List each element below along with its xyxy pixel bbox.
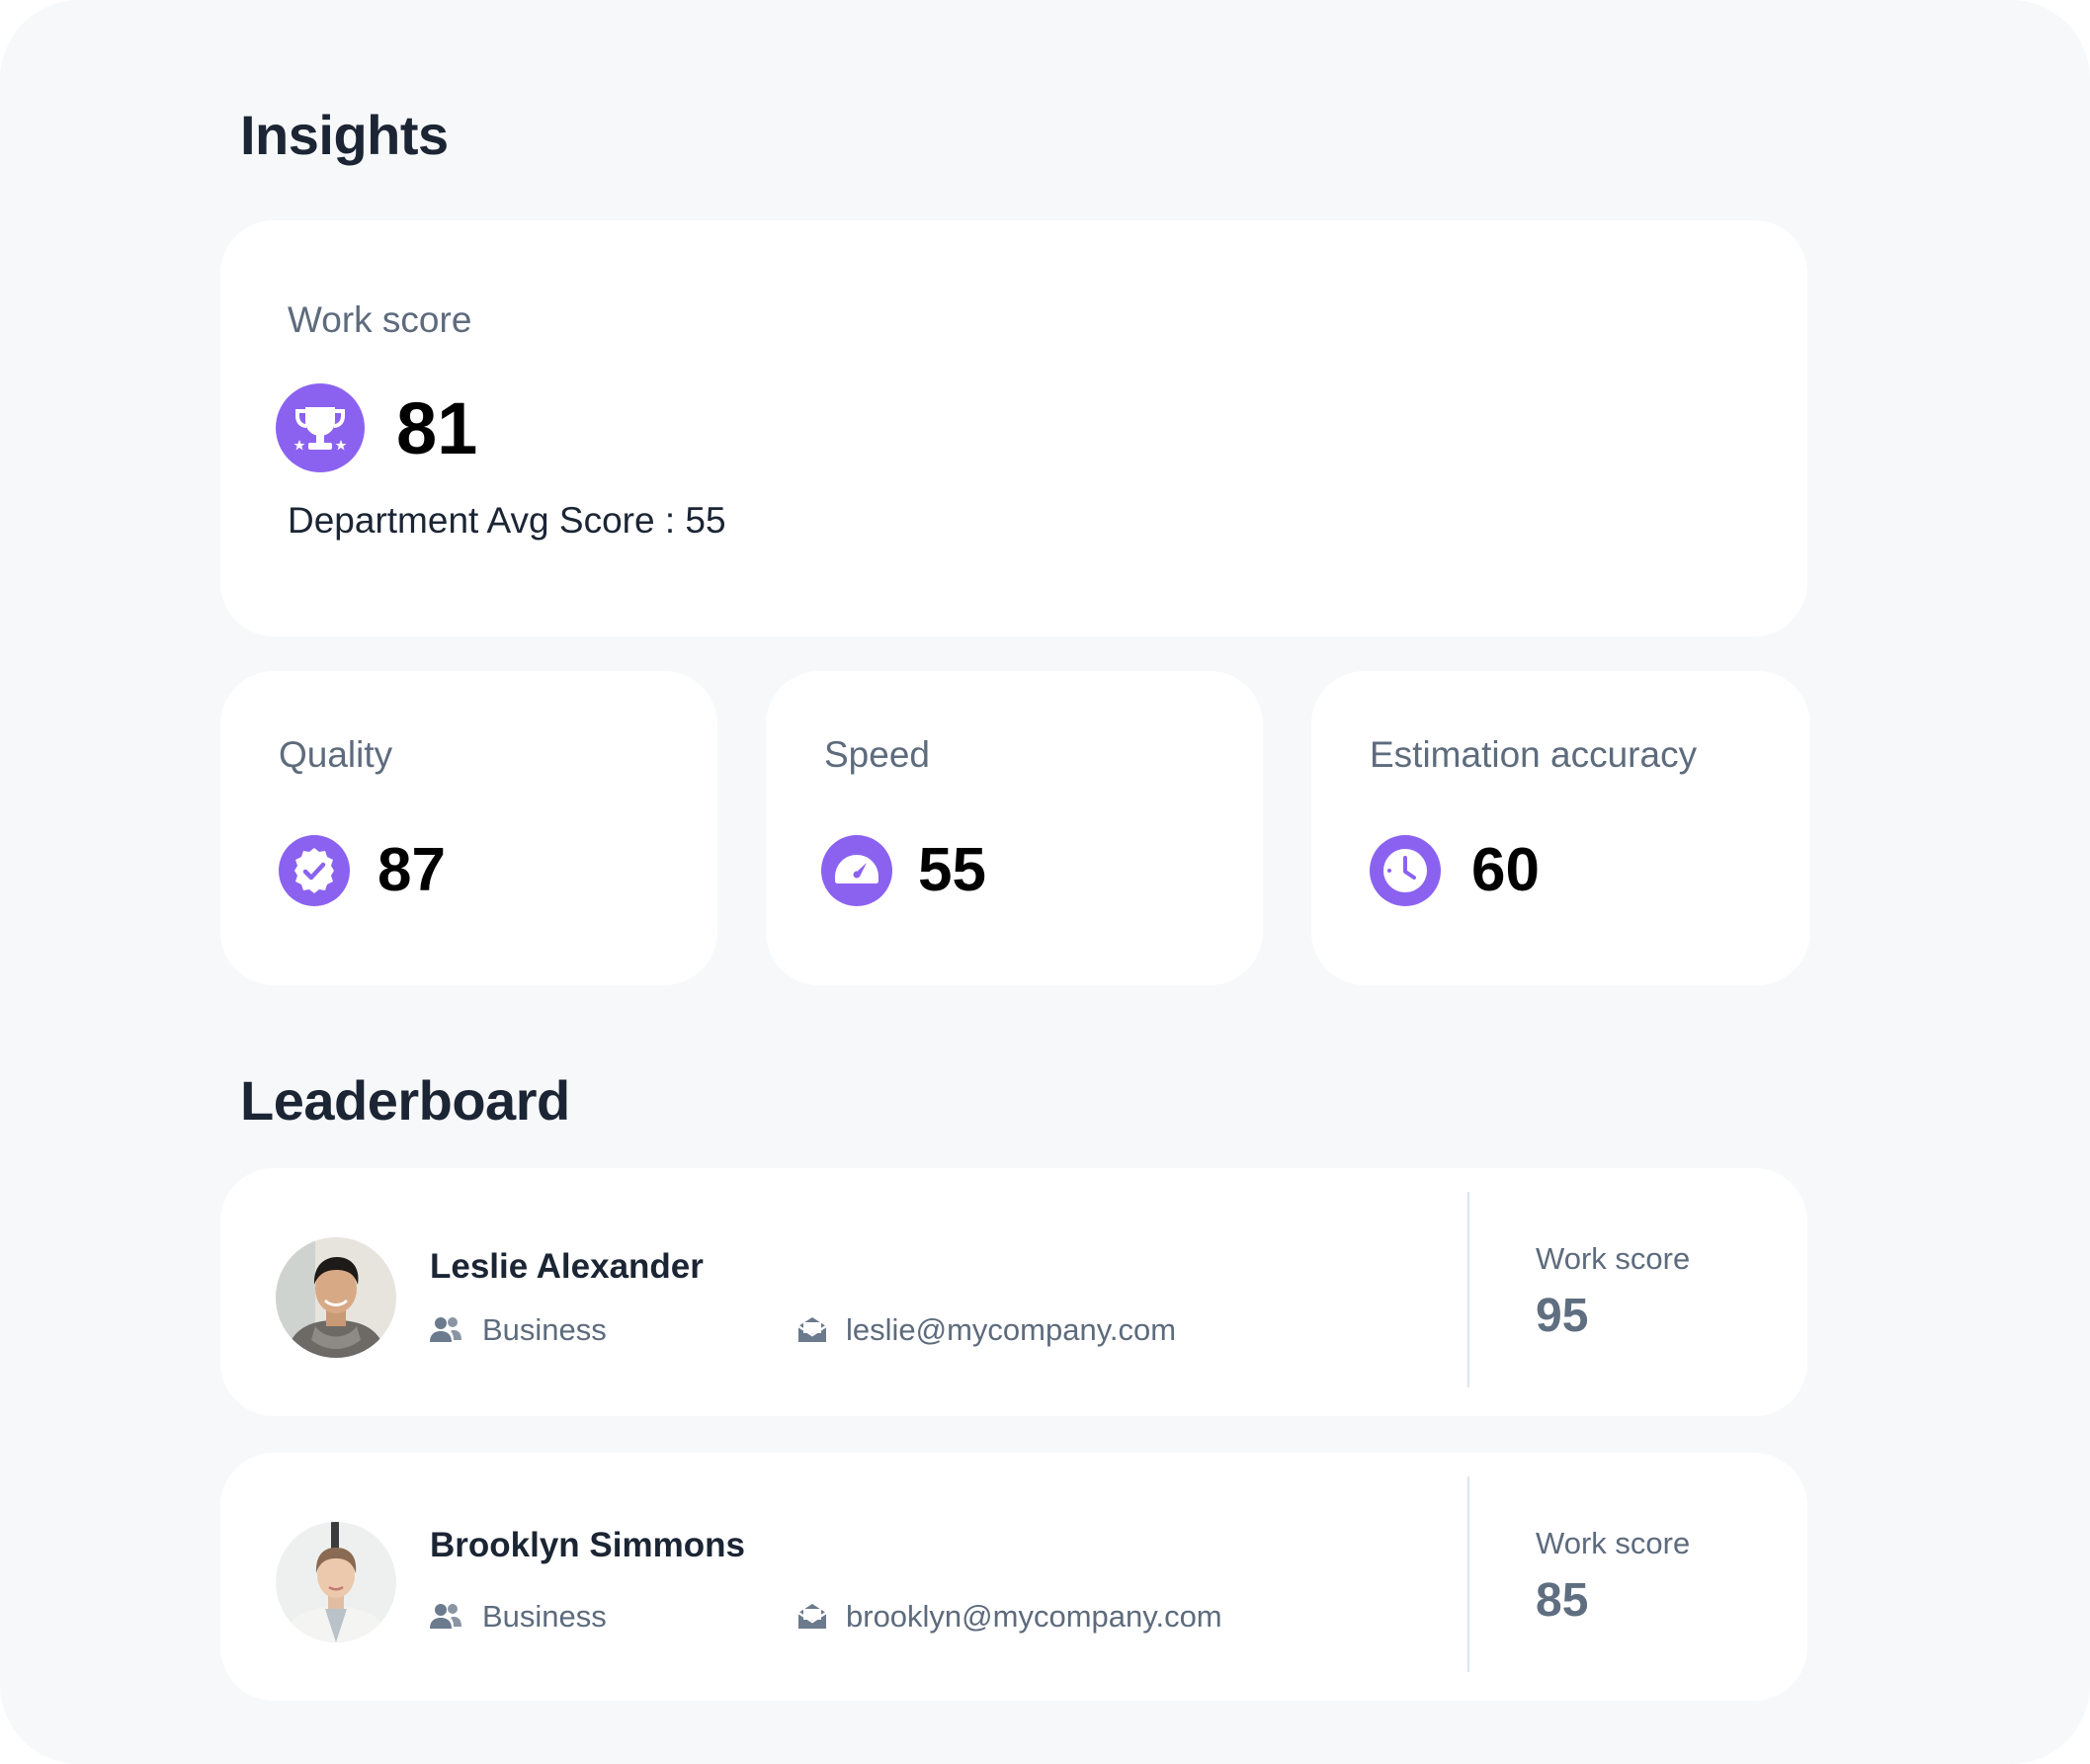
work-score-value: 95 [1536, 1290, 1589, 1342]
leaderboard-title: Leaderboard [240, 1069, 570, 1132]
user-email[interactable]: leslie@mycompany.com [846, 1312, 1176, 1348]
verified-badge-icon [279, 835, 350, 906]
users-icon [430, 1604, 461, 1629]
insights-panel: Insights Work score 81 Department Avg Sc… [0, 0, 2090, 1764]
clock-icon [1370, 835, 1441, 906]
speedometer-icon [821, 835, 892, 906]
work-score-label: Work score [288, 299, 472, 340]
user-department: Business [482, 1312, 607, 1347]
user-name[interactable]: Brooklyn Simmons [430, 1526, 745, 1565]
leaderboard-row[interactable]: Brooklyn Simmons Business brooklyn@mycom… [220, 1453, 1807, 1701]
user-email[interactable]: brooklyn@mycompany.com [846, 1599, 1222, 1635]
speed-value: 55 [918, 836, 986, 904]
mail-open-icon [797, 1604, 827, 1629]
mail-open-icon [797, 1317, 827, 1342]
insights-title: Insights [240, 104, 449, 166]
divider [1467, 1192, 1469, 1387]
speed-card: Speed 55 [766, 671, 1263, 985]
quality-value: 87 [377, 836, 446, 904]
quality-card: Quality 87 [220, 671, 717, 985]
estimation-accuracy-label: Estimation accuracy [1370, 734, 1698, 775]
user-department: Business [482, 1599, 607, 1634]
speed-label: Speed [824, 734, 930, 775]
quality-label: Quality [279, 734, 393, 775]
avatar [276, 1237, 396, 1358]
estimation-accuracy-card: Estimation accuracy 60 [1311, 671, 1810, 985]
work-score-label: Work score [1536, 1526, 1691, 1560]
work-score-card: Work score 81 Department Avg Score : 55 [220, 220, 1807, 636]
trophy-icon [276, 383, 365, 472]
estimation-accuracy-value: 60 [1471, 836, 1540, 904]
work-score-value: 81 [396, 387, 478, 469]
avatar [276, 1522, 396, 1642]
user-name[interactable]: Leslie Alexander [430, 1247, 704, 1287]
leaderboard-row[interactable]: Leslie Alexander Business leslie@mycompa… [220, 1168, 1807, 1416]
users-icon [430, 1317, 461, 1342]
divider [1467, 1476, 1469, 1672]
work-score-label: Work score [1536, 1241, 1691, 1276]
work-score-value: 85 [1536, 1574, 1589, 1627]
department-avg-score: Department Avg Score : 55 [288, 500, 726, 541]
